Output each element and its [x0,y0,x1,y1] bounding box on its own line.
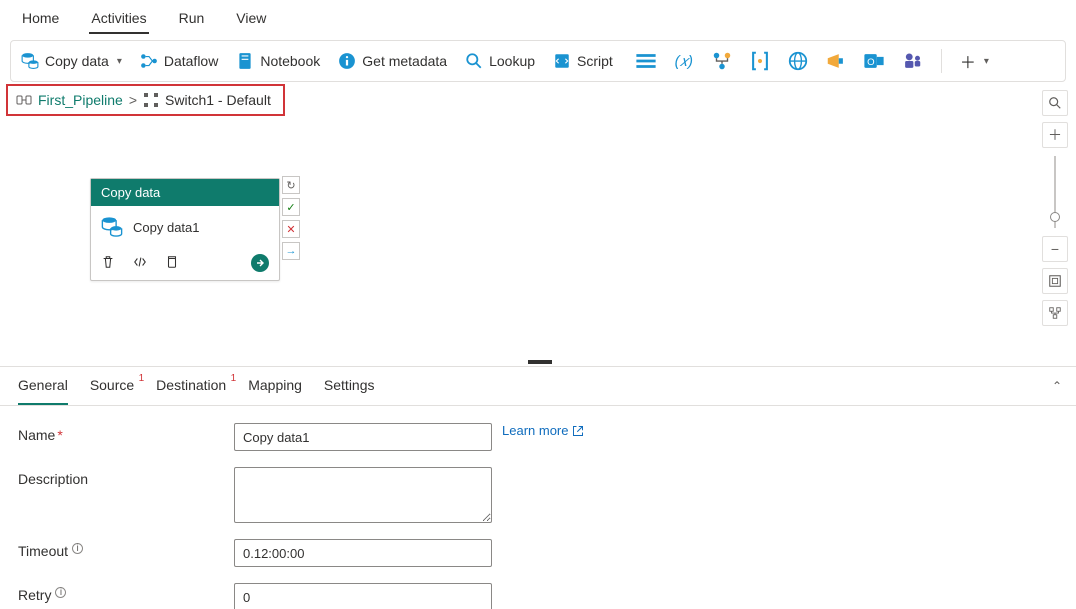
tab-view[interactable]: View [234,6,268,34]
teams-icon[interactable] [901,50,923,72]
handle-fail[interactable]: ✕ [282,220,300,238]
megaphone-icon[interactable] [825,50,847,72]
zoom-thumb[interactable] [1050,212,1060,222]
breadcrumb: First_Pipeline > Switch1 - Default [6,84,285,116]
tab-destination-label: Destination [156,377,226,393]
tab-source-label: Source [90,377,134,393]
notebook-icon [236,52,254,70]
row-name: Name* Learn more [18,423,1062,451]
zoom-in-button[interactable]: ＋ [1042,122,1068,148]
fit-screen-icon[interactable] [1042,268,1068,294]
zoom-out-button[interactable]: − [1042,236,1068,262]
tab-source[interactable]: Source1 [90,377,134,405]
handle-skip[interactable]: ↻ [282,176,300,194]
tab-activities[interactable]: Activities [89,6,148,34]
destination-warn-badge: 1 [231,373,237,384]
toolbar-separator [941,49,942,73]
dataflow-icon [140,52,158,70]
info-icon[interactable]: i [72,543,83,554]
script-label: Script [577,53,613,69]
search-icon [465,52,483,70]
properties-panel: General Source1 Destination1 Mapping Set… [0,366,1076,609]
tab-mapping[interactable]: Mapping [248,377,302,405]
db-icon [101,216,123,238]
card-body: Copy data1 [91,206,279,248]
breadcrumb-node: Switch1 - Default [165,92,271,108]
toolbar-icon-group: (𝑥) O [635,50,923,72]
card-title: Copy data1 [133,220,200,235]
chevron-right-icon: > [129,92,137,108]
add-activity-button[interactable]: ＋▾ [960,49,989,73]
toolbar: Copy data ▾ Dataflow Notebook Get metada… [10,40,1066,82]
svg-text:O: O [867,57,875,68]
timeout-label: Timeouti [18,539,234,559]
top-tabs: Home Activities Run View [0,0,1076,34]
info-icon [338,52,356,70]
lookup-button[interactable]: Lookup [465,52,535,70]
tab-settings-panel[interactable]: Settings [324,377,375,405]
source-warn-badge: 1 [139,373,145,384]
variable-icon[interactable]: (𝑥) [673,50,695,72]
canvas[interactable]: Copy data Copy data1 ↻ ✓ ✕ → [0,118,1076,364]
bracket-icon[interactable] [749,50,771,72]
run-icon[interactable] [251,254,269,272]
tab-destination[interactable]: Destination1 [156,377,226,405]
breadcrumb-pipeline[interactable]: First_Pipeline [38,92,123,108]
panel-tabs: General Source1 Destination1 Mapping Set… [0,367,1076,406]
list-icon[interactable] [635,50,657,72]
zoom-slider[interactable] [1054,156,1056,228]
name-input[interactable] [234,423,492,451]
tab-run[interactable]: Run [177,6,207,34]
delete-icon[interactable] [101,255,115,272]
external-link-icon [572,425,584,437]
collapse-panel-icon[interactable]: ⌃ [1052,379,1062,393]
description-label: Description [18,467,234,487]
panel-body: Name* Learn more Description Timeouti Re… [0,411,1062,609]
info-icon[interactable]: i [55,587,66,598]
notebook-button[interactable]: Notebook [236,52,320,70]
globe-icon[interactable] [787,50,809,72]
copy-data-label: Copy data [45,53,109,69]
learn-more-label: Learn more [502,423,568,438]
row-timeout: Timeouti [18,539,1062,567]
handle-completion[interactable]: → [282,242,300,260]
script-icon [553,52,571,70]
chevron-down-icon: ▾ [984,56,989,67]
search-canvas-icon[interactable] [1042,90,1068,116]
pipeline-icon [16,92,32,108]
name-label: Name* [18,423,234,443]
handle-success[interactable]: ✓ [282,198,300,216]
switch-icon [143,92,159,108]
notebook-label: Notebook [260,53,320,69]
card-footer [91,248,279,280]
lookup-label: Lookup [489,53,535,69]
panel-resize-handle[interactable] [528,360,552,364]
db-icon [21,52,39,70]
get-metadata-button[interactable]: Get metadata [338,52,447,70]
copy-icon[interactable] [165,255,179,272]
tab-home[interactable]: Home [20,6,61,34]
dataflow-button[interactable]: Dataflow [140,52,218,70]
retry-input[interactable] [234,583,492,609]
outlook-icon[interactable]: O [863,50,885,72]
retry-label: Retryi [18,583,234,603]
activity-card[interactable]: Copy data Copy data1 [90,178,280,281]
chevron-down-icon: ▾ [117,56,122,67]
tab-general[interactable]: General [18,377,68,405]
timeout-input[interactable] [234,539,492,567]
code-icon[interactable] [133,255,147,272]
flow-icon[interactable] [711,50,733,72]
copy-data-button[interactable]: Copy data ▾ [21,52,122,70]
get-metadata-label: Get metadata [362,53,447,69]
layout-icon[interactable] [1042,300,1068,326]
zoom-controls: ＋ − [1042,90,1068,326]
row-description: Description [18,467,1062,523]
row-retry: Retryi [18,583,1062,609]
description-input[interactable] [234,467,492,523]
learn-more-link[interactable]: Learn more [502,423,584,438]
card-header: Copy data [91,179,279,206]
script-button[interactable]: Script [553,52,613,70]
activity-output-handles: ↻ ✓ ✕ → [282,176,300,260]
dataflow-label: Dataflow [164,53,218,69]
